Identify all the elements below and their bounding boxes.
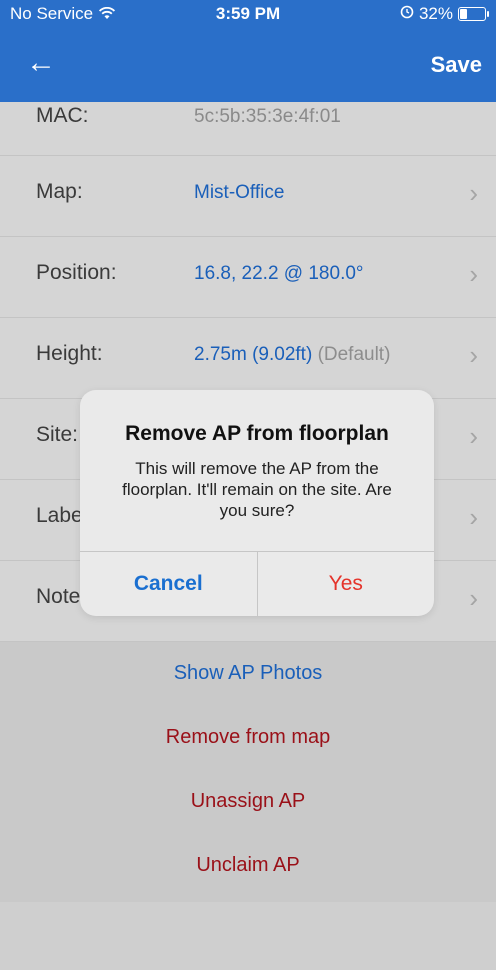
cancel-button[interactable]: Cancel — [80, 552, 258, 616]
remove-ap-dialog: Remove AP from floorplan This will remov… — [80, 390, 434, 616]
back-arrow-icon[interactable]: ← — [26, 48, 56, 78]
navigation-bar: ← Save — [0, 30, 496, 102]
save-button[interactable]: Save — [431, 52, 482, 78]
dialog-message: This will remove the AP from the floorpl… — [122, 459, 392, 520]
yes-button[interactable]: Yes — [258, 552, 435, 616]
alarm-icon — [400, 4, 414, 24]
dialog-buttons: Cancel Yes — [80, 551, 434, 616]
status-bar: No Service 3:59 PM 32% — [0, 0, 496, 30]
battery-indicator: 32% — [400, 4, 489, 24]
battery-percent: 32% — [418, 4, 453, 23]
dialog-title: Remove AP from floorplan — [125, 422, 389, 445]
battery-icon — [458, 7, 489, 21]
